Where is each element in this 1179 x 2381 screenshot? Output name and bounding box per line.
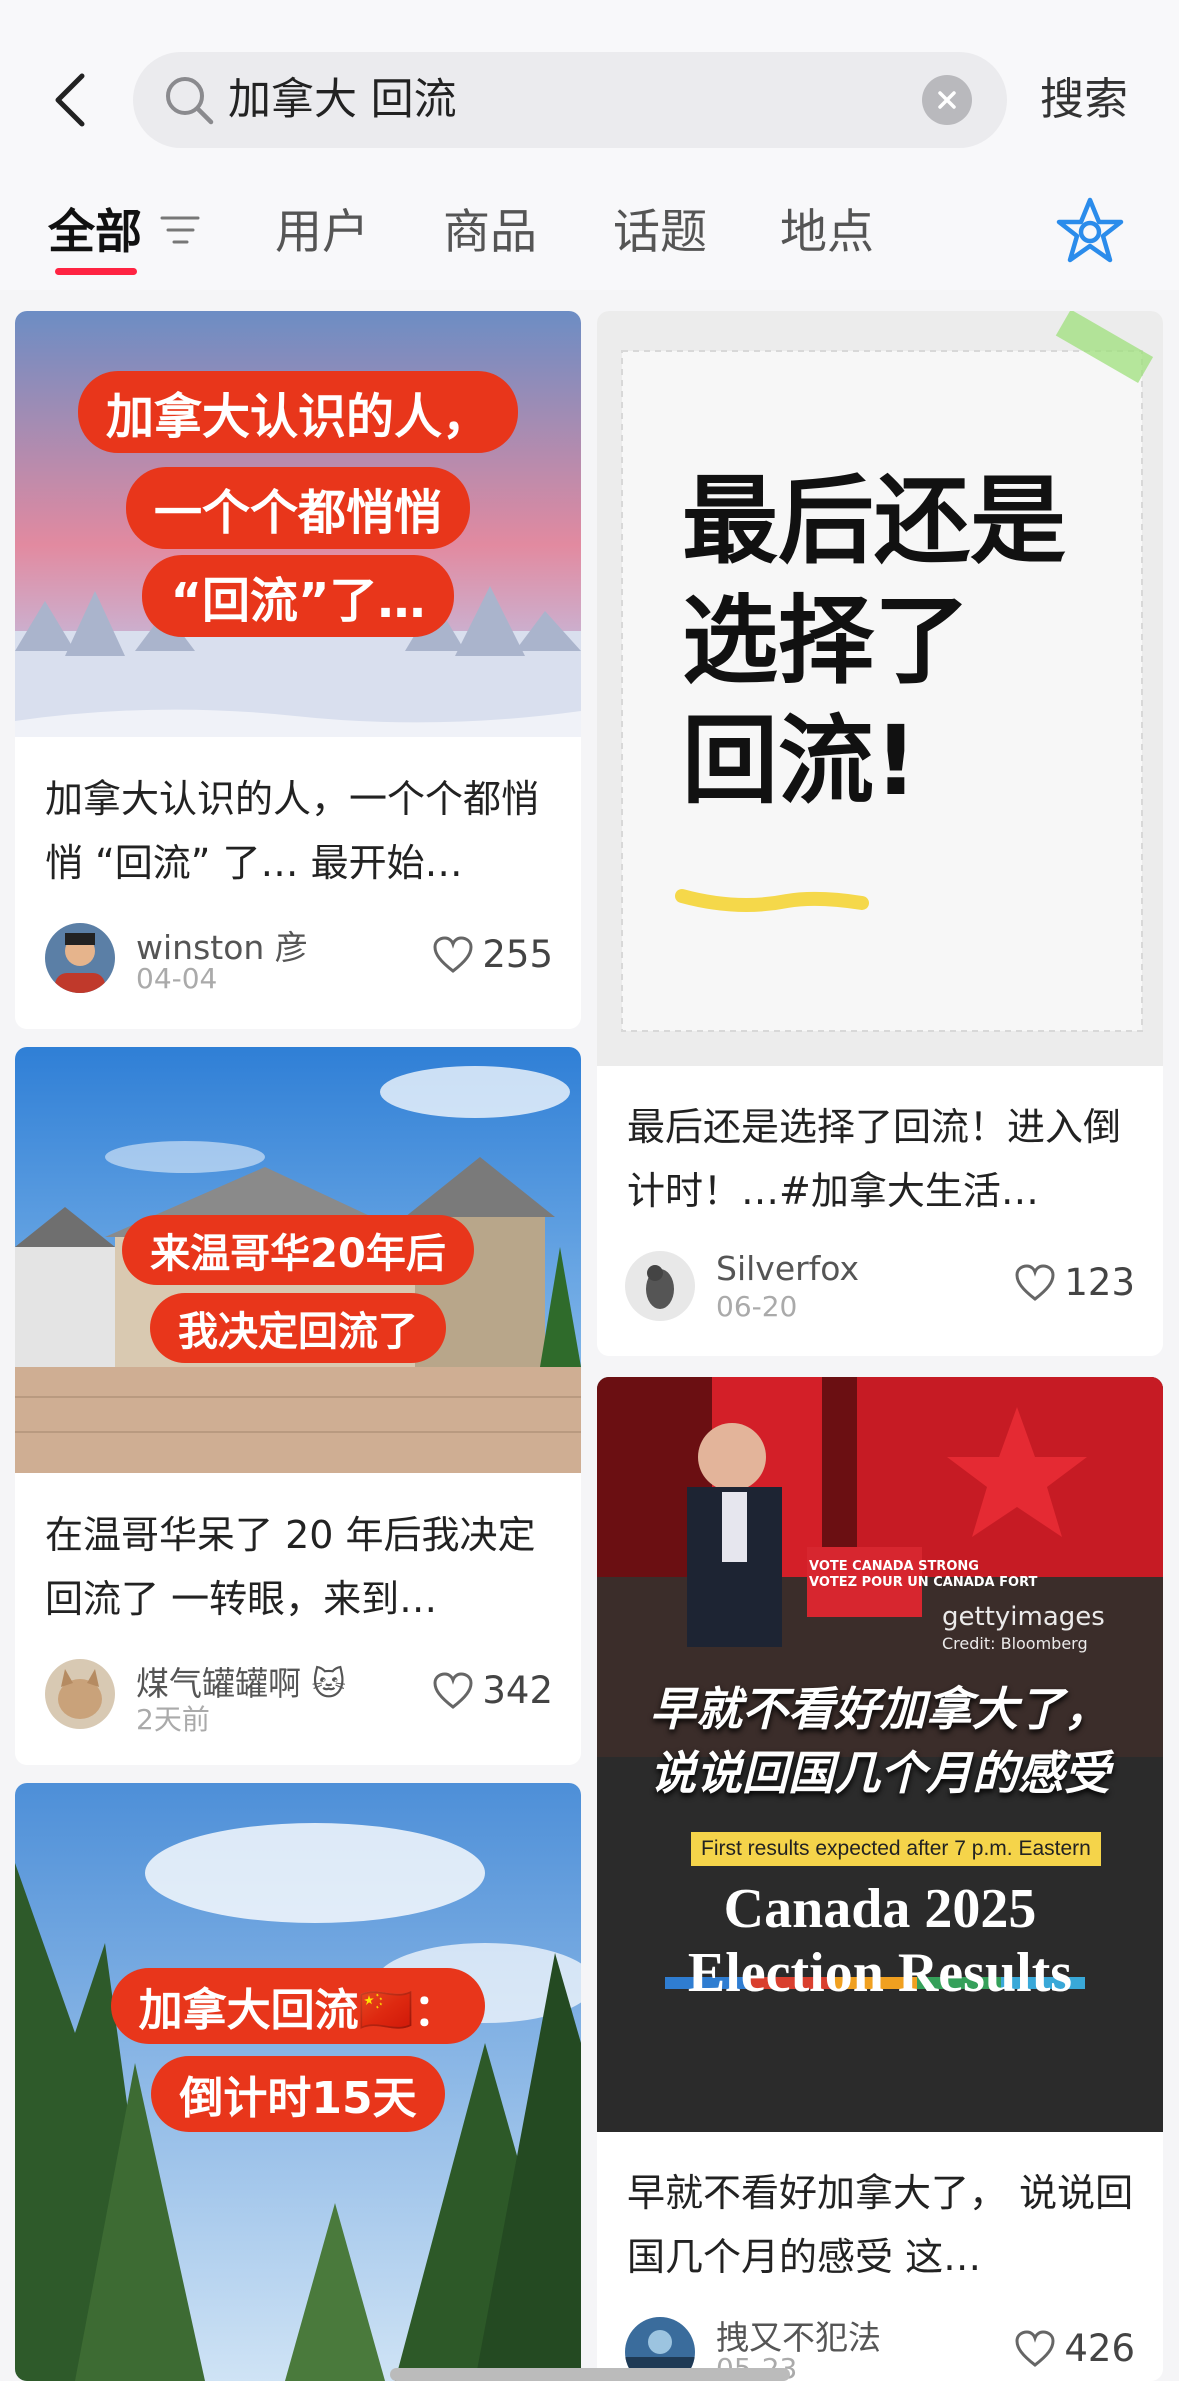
like-count: 342 — [482, 1669, 553, 1712]
cover-overlay-text: 早就不看好加拿大了， 说说回国几个月的感受 — [597, 1677, 1163, 1805]
cover-overlay-text: 来温哥华20年后 我决定回流了 — [15, 1215, 581, 1363]
cover-line: 加拿大认识的人， — [77, 371, 518, 453]
search-submit-button[interactable]: 搜索 — [1040, 52, 1128, 148]
note-card[interactable]: VOTE CANADA STRONG VOTEZ POUR UN CANADA … — [597, 1377, 1163, 2381]
search-query: 加拿大 回流 — [228, 75, 457, 125]
note-title: 早就不看好加拿大了， 说说回国几个月的感受 这… — [627, 2171, 1134, 2279]
post-date: 06-20 — [716, 1290, 798, 1323]
note-card[interactable]: 来温哥华20年后 我决定回流了 在温哥华呆了 20 年后我决定回流了 一转眼，来… — [15, 1047, 581, 1765]
cover-line: 最后还是 — [682, 465, 1066, 577]
avatar[interactable] — [625, 1251, 695, 1321]
close-icon — [938, 91, 956, 109]
like-button[interactable]: 123 — [1014, 1261, 1135, 1304]
cover-overlay-text: 加拿大认识的人， 一个个都悄悄 “回流”了… — [15, 371, 581, 637]
heart-icon — [1015, 2329, 1055, 2367]
search-header: 加拿大 回流 搜索 — [0, 0, 1179, 180]
note-cover-image: VOTE CANADA STRONG VOTEZ POUR UN CANADA … — [597, 1377, 1163, 2132]
heart-icon — [1015, 1263, 1055, 1301]
cover-line: 倒计时15天 — [151, 2056, 445, 2132]
search-tabs: 全部 用户 商品 话题 地点 — [0, 180, 1179, 290]
avatar[interactable] — [45, 1659, 115, 1729]
note-card[interactable]: 加拿大回流🇨🇳： 倒计时15天 — [15, 1783, 581, 2381]
watermark: gettyimages — [942, 1602, 1105, 1632]
note-cover-image: 加拿大认识的人， 一个个都悄悄 “回流”了… — [15, 311, 581, 737]
cover-line: 早就不看好加拿大了， — [650, 1682, 1110, 1736]
search-icon — [166, 77, 214, 125]
post-date: 2天前 — [136, 1703, 210, 1736]
filter-icon[interactable] — [160, 210, 200, 250]
avatar[interactable] — [45, 923, 115, 993]
home-indicator — [390, 2368, 790, 2381]
heart-icon — [433, 935, 473, 973]
like-button[interactable]: 255 — [432, 933, 553, 976]
cover-line: 我决定回流了 — [150, 1293, 446, 1363]
note-card[interactable]: 加拿大认识的人， 一个个都悄悄 “回流”了… 加拿大认识的人，一个个都悄悄 “回… — [15, 311, 581, 1029]
tab-all[interactable]: 全部 — [48, 198, 142, 268]
like-count: 255 — [482, 933, 553, 976]
cover-line: 一个个都悄悄 — [125, 467, 470, 549]
search-input[interactable]: 加拿大 回流 — [133, 52, 1007, 148]
cover-line: 说说回国几个月的感受 — [650, 1746, 1110, 1800]
watermark-credit: Credit: Bloomberg — [942, 1634, 1088, 1653]
tab-users[interactable]: 用户 — [275, 198, 369, 268]
note-cover-image: 加拿大回流🇨🇳： 倒计时15天 — [15, 1783, 581, 2381]
note-title: 在温哥华呆了 20 年后我决定回流了 一转眼，来到… — [45, 1513, 536, 1621]
note-card[interactable]: 最后还是 选择了 回流! 最后还是选择了回流！进入倒计时！…#加拿大生活… Si… — [597, 311, 1163, 1356]
tab-products[interactable]: 商品 — [443, 198, 537, 268]
sign-line: VOTEZ POUR UN CANADA FORT — [809, 1575, 1038, 1590]
note-cover-image: 最后还是 选择了 回流! — [597, 311, 1163, 1066]
like-button[interactable]: 342 — [432, 1669, 553, 1712]
ai-assistant-icon[interactable] — [1055, 196, 1125, 266]
author-name[interactable]: Silverfox — [716, 1249, 859, 1288]
heart-icon — [433, 1671, 473, 1709]
headline-line: Election Results — [687, 1942, 1073, 2004]
cover-sign: VOTE CANADA STRONG VOTEZ POUR UN CANADA … — [809, 1559, 1037, 1591]
cover-badge: First results expected after 7 p.m. East… — [691, 1832, 1101, 1866]
post-date: 04-04 — [136, 962, 218, 995]
headline-line: Canada 2025 — [723, 1878, 1037, 1940]
like-button[interactable]: 426 — [1014, 2327, 1135, 2370]
sign-line: VOTE CANADA STRONG — [809, 1559, 979, 1574]
cover-handwriting: 最后还是 选择了 回流! — [682, 461, 1066, 821]
cover-line: 回流! — [682, 705, 918, 817]
like-count: 123 — [1064, 1261, 1135, 1304]
cover-line: “回流”了… — [142, 555, 454, 637]
clear-search-button[interactable] — [922, 75, 972, 125]
active-tab-indicator — [55, 268, 137, 275]
back-button[interactable] — [40, 62, 100, 138]
note-title: 加拿大认识的人，一个个都悄悄 “回流” 了… 最开始… — [45, 777, 540, 885]
cover-line: 来温哥华20年后 — [122, 1215, 474, 1285]
cover-line: 加拿大回流🇨🇳： — [110, 1968, 486, 2044]
tab-places[interactable]: 地点 — [780, 198, 874, 268]
chevron-left-icon — [55, 73, 85, 127]
cover-line: 选择了 — [682, 585, 970, 697]
like-count: 426 — [1064, 2327, 1135, 2370]
cover-headline: Canada 2025 Election Results — [597, 1877, 1163, 2005]
note-cover-image: 来温哥华20年后 我决定回流了 — [15, 1047, 581, 1473]
tab-topics[interactable]: 话题 — [613, 198, 707, 268]
cover-overlay-text: 加拿大回流🇨🇳： 倒计时15天 — [15, 1968, 581, 2132]
note-title: 最后还是选择了回流！进入倒计时！…#加拿大生活… — [627, 1105, 1122, 1213]
